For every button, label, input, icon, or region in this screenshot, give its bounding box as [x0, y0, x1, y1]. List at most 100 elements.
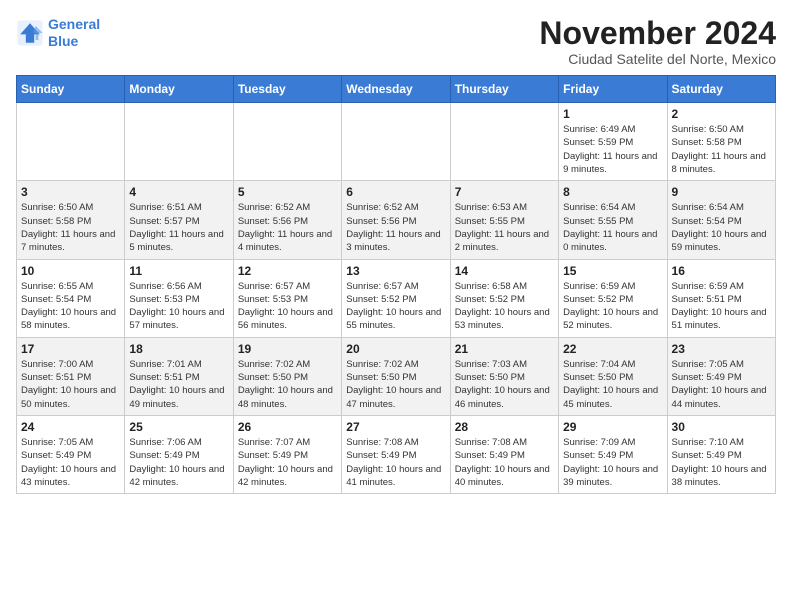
calendar-week-1: 1 Sunrise: 6:49 AM Sunset: 5:59 PM Daylig… [17, 103, 776, 181]
calendar-cell: 24Sunrise: 7:05 AM Sunset: 5:49 PM Dayli… [17, 415, 125, 493]
day-number: 18 [129, 342, 228, 356]
calendar-cell [125, 103, 233, 181]
day-number: 25 [129, 420, 228, 434]
day-number: 15 [563, 264, 662, 278]
calendar-cell: 17 Sunrise: 7:00 AM Sunset: 5:51 PM Dayli… [17, 337, 125, 415]
day-info: Sunrise: 6:53 AM Sunset: 5:55 PM Dayligh… [455, 201, 554, 254]
day-number: 23 [672, 342, 771, 356]
day-number: 30 [672, 420, 771, 434]
calendar-cell: 6 Sunrise: 6:52 AM Sunset: 5:56 PM Daylig… [342, 181, 450, 259]
calendar-cell: 12 Sunrise: 6:57 AM Sunset: 5:53 PM Dayli… [233, 259, 341, 337]
calendar-cell: 1 Sunrise: 6:49 AM Sunset: 5:59 PM Daylig… [559, 103, 667, 181]
day-info: Sunrise: 7:08 AM Sunset: 5:49 PM Dayligh… [455, 436, 554, 489]
day-info: Sunrise: 7:09 AM Sunset: 5:49 PM Dayligh… [563, 436, 662, 489]
calendar-cell: 19 Sunrise: 7:02 AM Sunset: 5:50 PM Dayli… [233, 337, 341, 415]
day-number: 11 [129, 264, 228, 278]
calendar-cell: 22 Sunrise: 7:04 AM Sunset: 5:50 PM Dayli… [559, 337, 667, 415]
calendar-cell: 26 Sunrise: 7:07 AM Sunset: 5:49 PM Dayli… [233, 415, 341, 493]
calendar-table: SundayMondayTuesdayWednesdayThursdayFrid… [16, 75, 776, 494]
day-info: Sunrise: 7:08 AM Sunset: 5:49 PM Dayligh… [346, 436, 445, 489]
day-info: Sunrise: 6:52 AM Sunset: 5:56 PM Dayligh… [238, 201, 337, 254]
calendar-cell: 7 Sunrise: 6:53 AM Sunset: 5:55 PM Daylig… [450, 181, 558, 259]
day-info: Sunrise: 7:10 AM Sunset: 5:49 PM Dayligh… [672, 436, 771, 489]
day-info: Sunrise: 7:07 AM Sunset: 5:49 PM Dayligh… [238, 436, 337, 489]
day-info: Sunrise: 7:06 AM Sunset: 5:49 PM Dayligh… [129, 436, 228, 489]
calendar-week-3: 10 Sunrise: 6:55 AM Sunset: 5:54 PM Dayli… [17, 259, 776, 337]
day-number: 12 [238, 264, 337, 278]
weekday-header-sunday: Sunday [17, 76, 125, 103]
logo: General Blue [16, 16, 100, 50]
logo-text: General Blue [48, 16, 100, 50]
day-info: Sunrise: 7:05 AM Sunset: 5:49 PM Dayligh… [672, 358, 771, 411]
calendar-cell: 23 Sunrise: 7:05 AM Sunset: 5:49 PM Dayli… [667, 337, 775, 415]
day-number: 22 [563, 342, 662, 356]
calendar-cell: 8Sunrise: 6:54 AM Sunset: 5:55 PM Daylig… [559, 181, 667, 259]
day-number: 27 [346, 420, 445, 434]
calendar-week-5: 24Sunrise: 7:05 AM Sunset: 5:49 PM Dayli… [17, 415, 776, 493]
title-area: November 2024 Ciudad Satelite del Norte,… [539, 16, 776, 67]
day-info: Sunrise: 6:55 AM Sunset: 5:54 PM Dayligh… [21, 280, 120, 333]
day-number: 2 [672, 107, 771, 121]
day-info: Sunrise: 7:00 AM Sunset: 5:51 PM Dayligh… [21, 358, 120, 411]
calendar-cell: 9Sunrise: 6:54 AM Sunset: 5:54 PM Daylig… [667, 181, 775, 259]
day-number: 9 [672, 185, 771, 199]
calendar-cell: 25 Sunrise: 7:06 AM Sunset: 5:49 PM Dayli… [125, 415, 233, 493]
weekday-header-thursday: Thursday [450, 76, 558, 103]
day-info: Sunrise: 7:01 AM Sunset: 5:51 PM Dayligh… [129, 358, 228, 411]
calendar-week-2: 3 Sunrise: 6:50 AM Sunset: 5:58 PM Daylig… [17, 181, 776, 259]
day-number: 4 [129, 185, 228, 199]
day-number: 7 [455, 185, 554, 199]
calendar-cell [342, 103, 450, 181]
day-info: Sunrise: 6:59 AM Sunset: 5:52 PM Dayligh… [563, 280, 662, 333]
day-info: Sunrise: 6:59 AM Sunset: 5:51 PM Dayligh… [672, 280, 771, 333]
day-number: 28 [455, 420, 554, 434]
calendar-cell: 14Sunrise: 6:58 AM Sunset: 5:52 PM Dayli… [450, 259, 558, 337]
calendar-cell: 2Sunrise: 6:50 AM Sunset: 5:58 PM Daylig… [667, 103, 775, 181]
weekday-header-wednesday: Wednesday [342, 76, 450, 103]
day-info: Sunrise: 7:02 AM Sunset: 5:50 PM Dayligh… [238, 358, 337, 411]
day-info: Sunrise: 6:57 AM Sunset: 5:53 PM Dayligh… [238, 280, 337, 333]
calendar-cell: 16Sunrise: 6:59 AM Sunset: 5:51 PM Dayli… [667, 259, 775, 337]
month-title: November 2024 [539, 16, 776, 51]
calendar-cell: 15 Sunrise: 6:59 AM Sunset: 5:52 PM Dayli… [559, 259, 667, 337]
calendar-cell: 27 Sunrise: 7:08 AM Sunset: 5:49 PM Dayli… [342, 415, 450, 493]
calendar-cell [233, 103, 341, 181]
day-info: Sunrise: 6:50 AM Sunset: 5:58 PM Dayligh… [21, 201, 120, 254]
day-number: 10 [21, 264, 120, 278]
day-info: Sunrise: 6:56 AM Sunset: 5:53 PM Dayligh… [129, 280, 228, 333]
header: General Blue November 2024 Ciudad Sateli… [16, 16, 776, 67]
day-number: 3 [21, 185, 120, 199]
day-info: Sunrise: 7:04 AM Sunset: 5:50 PM Dayligh… [563, 358, 662, 411]
day-info: Sunrise: 6:57 AM Sunset: 5:52 PM Dayligh… [346, 280, 445, 333]
weekday-header-friday: Friday [559, 76, 667, 103]
calendar-cell [17, 103, 125, 181]
day-number: 6 [346, 185, 445, 199]
day-number: 1 [563, 107, 662, 121]
day-info: Sunrise: 7:02 AM Sunset: 5:50 PM Dayligh… [346, 358, 445, 411]
calendar-cell: 5Sunrise: 6:52 AM Sunset: 5:56 PM Daylig… [233, 181, 341, 259]
day-info: Sunrise: 6:52 AM Sunset: 5:56 PM Dayligh… [346, 201, 445, 254]
day-number: 19 [238, 342, 337, 356]
day-number: 29 [563, 420, 662, 434]
calendar-cell: 4 Sunrise: 6:51 AM Sunset: 5:57 PM Daylig… [125, 181, 233, 259]
day-number: 20 [346, 342, 445, 356]
calendar-cell: 29 Sunrise: 7:09 AM Sunset: 5:49 PM Dayli… [559, 415, 667, 493]
day-info: Sunrise: 7:05 AM Sunset: 5:49 PM Dayligh… [21, 436, 120, 489]
calendar-cell: 11 Sunrise: 6:56 AM Sunset: 5:53 PM Dayli… [125, 259, 233, 337]
day-number: 13 [346, 264, 445, 278]
calendar-body: 1 Sunrise: 6:49 AM Sunset: 5:59 PM Daylig… [17, 103, 776, 494]
calendar-cell: 20 Sunrise: 7:02 AM Sunset: 5:50 PM Dayli… [342, 337, 450, 415]
day-number: 21 [455, 342, 554, 356]
logo-icon [16, 19, 44, 47]
calendar-cell: 13 Sunrise: 6:57 AM Sunset: 5:52 PM Dayli… [342, 259, 450, 337]
day-number: 8 [563, 185, 662, 199]
calendar-cell: 21Sunrise: 7:03 AM Sunset: 5:50 PM Dayli… [450, 337, 558, 415]
day-number: 26 [238, 420, 337, 434]
calendar-cell [450, 103, 558, 181]
day-info: Sunrise: 6:51 AM Sunset: 5:57 PM Dayligh… [129, 201, 228, 254]
calendar-week-4: 17 Sunrise: 7:00 AM Sunset: 5:51 PM Dayli… [17, 337, 776, 415]
day-number: 17 [21, 342, 120, 356]
subtitle: Ciudad Satelite del Norte, Mexico [539, 51, 776, 67]
calendar-cell: 18 Sunrise: 7:01 AM Sunset: 5:51 PM Dayli… [125, 337, 233, 415]
day-info: Sunrise: 6:49 AM Sunset: 5:59 PM Dayligh… [563, 123, 662, 176]
